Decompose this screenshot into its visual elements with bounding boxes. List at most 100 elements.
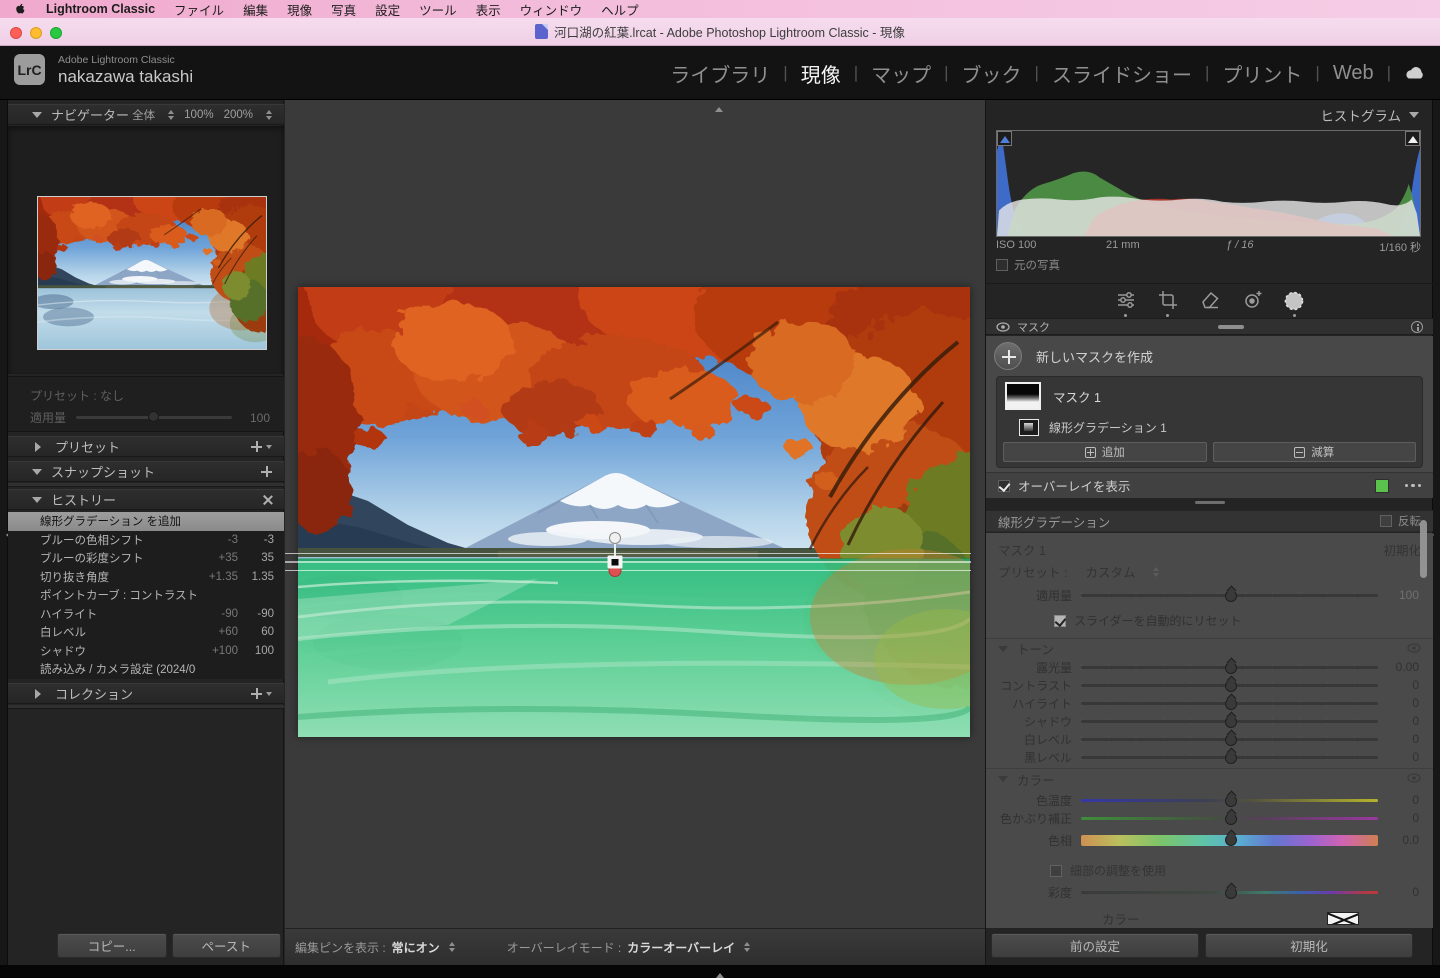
mask-preset-value[interactable]: カスタム	[1085, 562, 1135, 581]
collection-menu-icon[interactable]	[266, 692, 272, 699]
top-panel-reveal-arrow[interactable]	[715, 103, 723, 112]
history-item[interactable]: ハイライト-90-90	[8, 605, 284, 624]
mask-amount-slider[interactable]	[1081, 586, 1378, 604]
image-view[interactable]	[285, 100, 985, 928]
tone-section-header[interactable]: トーン	[986, 638, 1433, 658]
clear-history-icon[interactable]	[262, 495, 272, 505]
module-map[interactable]: マップ	[871, 59, 931, 88]
history-item[interactable]: 白レベル+6060	[8, 623, 284, 642]
menu-edit[interactable]: 編集	[243, 0, 268, 19]
overlay-options-icon[interactable]	[1405, 484, 1422, 488]
history-item[interactable]: ブルーの彩度シフト+3535	[8, 549, 284, 568]
filmstrip-collapsed-bar[interactable]	[0, 965, 1440, 978]
filmstrip-reveal-arrow[interactable]	[716, 969, 724, 978]
hue-slider[interactable]	[1081, 831, 1378, 849]
temp-slider[interactable]	[1081, 791, 1378, 809]
menu-settings[interactable]: 設定	[375, 0, 400, 19]
histogram-display[interactable]	[996, 130, 1421, 237]
module-book[interactable]: ブック	[962, 59, 1022, 88]
red-eye-tool[interactable]	[1240, 289, 1264, 317]
navigator-header[interactable]: ナビゲーター 全体 100% 200%	[8, 104, 284, 125]
snapshots-section-header[interactable]: スナップショット	[8, 461, 284, 482]
previous-settings-button[interactable]: 前の設定	[991, 933, 1199, 958]
photo-image[interactable]	[298, 287, 970, 737]
copy-button[interactable]: コピー...	[57, 933, 167, 958]
crop-tool[interactable]	[1156, 289, 1180, 317]
menubar-app-name[interactable]: Lightroom Classic	[46, 2, 155, 16]
history-section-header[interactable]: ヒストリー	[8, 489, 284, 510]
history-item[interactable]: 読み込み / カメラ設定 (2024/06/23 2:01:00)	[8, 660, 284, 679]
highlight-clipping-indicator[interactable]	[1405, 131, 1420, 146]
preset-menu-icon[interactable]	[266, 445, 272, 452]
mask-group[interactable]: マスク 1 線形グラデーション 1 追加 減算	[996, 376, 1423, 468]
healing-tool[interactable]	[1198, 289, 1222, 317]
fine-adjustment-checkbox[interactable]	[1050, 865, 1062, 877]
blacks-slider[interactable]	[1081, 748, 1378, 766]
presets-section-header[interactable]: プリセット	[8, 436, 284, 457]
mask-panel-bar[interactable]: マスク	[986, 318, 1433, 335]
no-color-swatch[interactable]	[1327, 912, 1359, 925]
overlay-mode-value[interactable]: カラーオーバーレイ	[627, 939, 735, 956]
show-overlay-checkbox[interactable]	[998, 480, 1010, 492]
module-slideshow[interactable]: スライドショー	[1052, 59, 1192, 88]
menu-help[interactable]: ヘルプ	[601, 0, 639, 19]
invert-checkbox[interactable]	[1380, 515, 1392, 527]
zoom-window-button[interactable]	[50, 27, 62, 39]
tint-slider[interactable]	[1081, 809, 1378, 827]
menu-tools[interactable]: ツール	[419, 0, 457, 19]
right-panel-collapse-strip[interactable]	[1432, 100, 1440, 965]
module-web[interactable]: Web	[1333, 62, 1374, 85]
mask-thumbnail[interactable]	[1005, 382, 1041, 410]
left-panel-collapse-strip[interactable]	[0, 100, 8, 965]
reset-button[interactable]: 初期化	[1205, 933, 1413, 958]
create-mask-row[interactable]: 新しいマスクを作成	[994, 342, 1153, 370]
panel-grip-handle[interactable]	[986, 501, 1433, 504]
mask-info-icon[interactable]	[1411, 321, 1423, 333]
mask-reset-link[interactable]: 初期化	[1383, 540, 1421, 559]
edit-pin-value[interactable]: 常にオン	[392, 939, 440, 956]
exposure-slider[interactable]	[1081, 658, 1378, 676]
add-collection-icon[interactable]	[251, 688, 262, 699]
color-section-header[interactable]: カラー	[986, 769, 1433, 789]
create-mask-plus-icon[interactable]	[994, 342, 1022, 370]
mask-subtract-button[interactable]: 減算	[1213, 442, 1417, 462]
whites-slider[interactable]	[1081, 730, 1378, 748]
shadows-slider[interactable]	[1081, 712, 1378, 730]
right-panel-scrollbar[interactable]	[1420, 520, 1427, 578]
add-snapshot-icon[interactable]	[261, 466, 272, 477]
tone-eye-icon[interactable]	[1407, 642, 1421, 656]
masking-tool[interactable]	[1282, 289, 1306, 317]
navigator-thumbnail[interactable]	[37, 196, 267, 350]
history-item[interactable]: ポイントカーブ : コントラスト (中)	[8, 586, 284, 605]
auto-reset-row[interactable]: スライダーを自動的にリセット	[1054, 612, 1242, 629]
minimize-window-button[interactable]	[30, 27, 42, 39]
color-eye-icon[interactable]	[1407, 772, 1421, 786]
auto-reset-checkbox[interactable]	[1054, 615, 1066, 627]
basic-edit-tool[interactable]	[1114, 289, 1138, 317]
panel-grip-handle[interactable]	[1218, 325, 1244, 329]
mask-item[interactable]: マスク 1	[1005, 382, 1101, 410]
original-photo-checkbox[interactable]	[996, 259, 1008, 271]
highlights-slider[interactable]	[1081, 694, 1378, 712]
shadow-clipping-indicator[interactable]	[997, 131, 1012, 146]
navigator-zoom-100[interactable]: 100%	[184, 109, 213, 121]
mask-add-button[interactable]: 追加	[1003, 442, 1207, 462]
mask-component-item[interactable]: 線形グラデーション 1	[1019, 419, 1167, 436]
fine-adjustment-row[interactable]: 細部の調整を使用	[1050, 862, 1166, 879]
updown-icon[interactable]	[449, 939, 455, 955]
menu-window[interactable]: ウィンドウ	[520, 0, 583, 19]
gradient-component-icon[interactable]	[1019, 419, 1039, 436]
contrast-slider[interactable]	[1081, 676, 1378, 694]
saturation-slider[interactable]	[1081, 883, 1378, 901]
history-item[interactable]: シャドウ+100100	[8, 642, 284, 661]
original-photo-toggle[interactable]: 元の写真	[996, 257, 1060, 273]
cloud-sync-icon[interactable]	[1404, 65, 1426, 81]
slider-thumb[interactable]	[148, 411, 159, 422]
menu-view[interactable]: 表示	[476, 0, 501, 19]
menu-develop[interactable]: 現像	[287, 0, 312, 19]
add-preset-icon[interactable]	[251, 441, 262, 452]
history-item[interactable]: 切り抜き角度+1.351.35	[8, 568, 284, 587]
navigator-zoom-200[interactable]: 200%	[224, 109, 253, 121]
histogram-header[interactable]: ヒストグラム	[986, 105, 1433, 125]
collections-section-header[interactable]: コレクション	[8, 683, 284, 704]
